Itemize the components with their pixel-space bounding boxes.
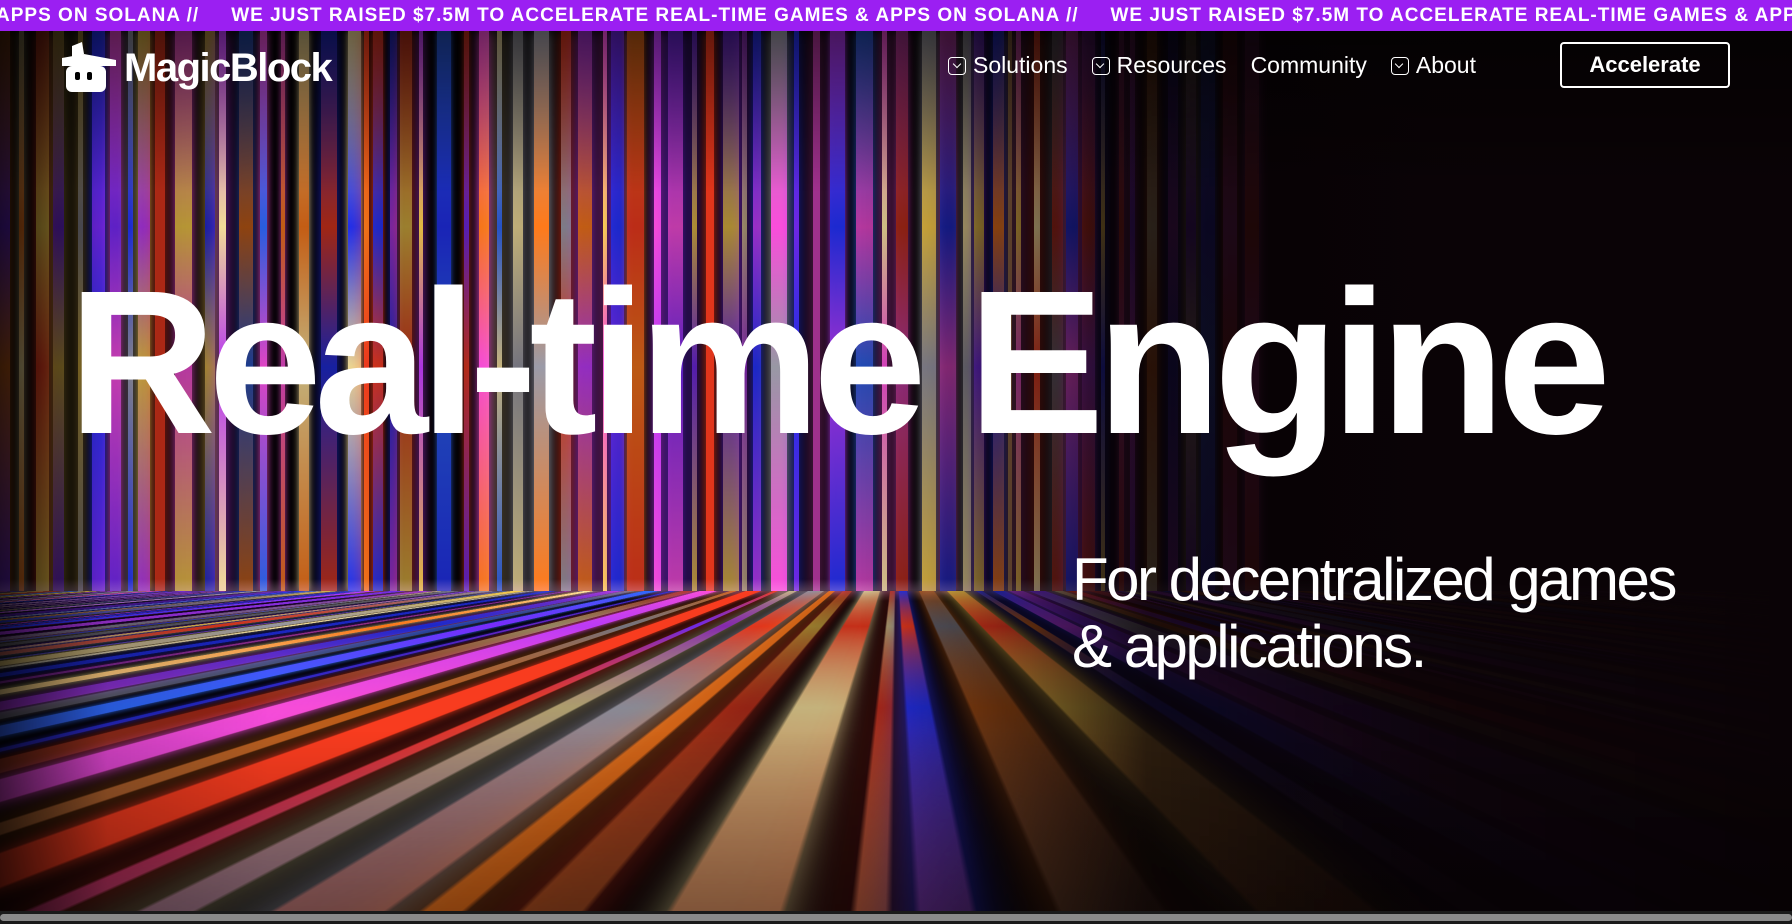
nav-resources[interactable]: Resources [1092, 52, 1227, 79]
nav-community[interactable]: Community [1251, 52, 1367, 79]
hero-subtitle-line: & applications. [1072, 613, 1772, 680]
announcement-ticker[interactable]: ME GAMES & APPS ON SOLANA // WE JUST RAI… [0, 0, 1792, 31]
chevron-down-icon [1092, 57, 1110, 75]
nav-label: Solutions [973, 52, 1068, 79]
accelerate-button[interactable]: Accelerate [1560, 42, 1730, 88]
ticker-track: ME GAMES & APPS ON SOLANA // WE JUST RAI… [0, 0, 1792, 31]
nav-label: About [1416, 52, 1476, 79]
site-logo[interactable]: MagicBlock [60, 42, 331, 94]
nav-solutions[interactable]: Solutions [948, 52, 1068, 79]
chevron-down-icon [1391, 57, 1409, 75]
hero-subtitle: For decentralized games & applications. [1072, 546, 1772, 680]
ticker-item: ME GAMES & APPS ON SOLANA // [0, 0, 231, 31]
nav-label: Resources [1117, 52, 1227, 79]
scrollbar-thumb[interactable] [0, 914, 1792, 921]
ticker-item: WE JUST RAISED $7.5M TO ACCELERATE REAL-… [231, 0, 1110, 31]
chevron-down-icon [948, 57, 966, 75]
nav-label: Community [1251, 52, 1367, 79]
nav-about[interactable]: About [1391, 52, 1476, 79]
logo-text: MagicBlock [124, 46, 331, 91]
main-nav: Solutions Resources Community About [948, 52, 1500, 79]
hero-subtitle-line: For decentralized games [1072, 546, 1772, 613]
ticker-item: WE JUST RAISED $7.5M TO ACCELERATE REAL-… [1111, 0, 1792, 31]
hero-title: Real-time Engine [68, 260, 1603, 465]
wizard-hat-block-icon [60, 42, 118, 94]
hero-shade-bottom [0, 731, 1792, 911]
horizontal-scrollbar[interactable] [0, 911, 1792, 924]
